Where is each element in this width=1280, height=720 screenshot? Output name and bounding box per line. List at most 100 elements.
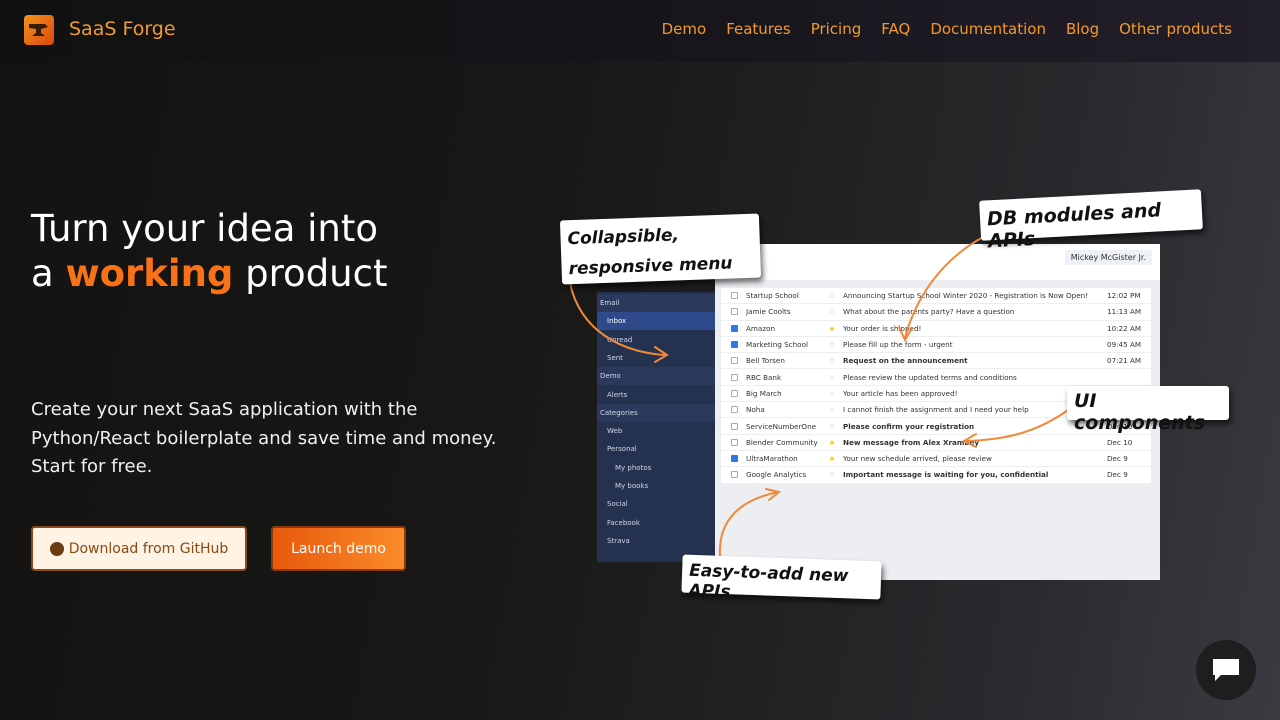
preview-sidebar-item: Sent (607, 353, 623, 362)
star-icon: ☆ (828, 372, 836, 382)
preview-email-row: Marketing School ☆ Please fill up the form… (721, 337, 1151, 354)
nav-links: Demo Features Pricing FAQ Documentation … (662, 20, 1232, 38)
row-date: 12:02 PM (1107, 291, 1141, 301)
preview-sidebar-item: Categories (597, 403, 715, 422)
hero-subtitle: Create your next SaaS application with t… (31, 399, 497, 477)
preview-email-row: UltraMarathon ★ Your new schedule arrived,… (721, 451, 1151, 468)
row-sender: Blender Community (746, 437, 818, 447)
preview-sidebar-item: Facebook (607, 518, 640, 527)
row-checkbox (731, 341, 738, 349)
preview-sidebar-item: Strava (607, 536, 630, 545)
row-subject: Your order is shipped! (843, 323, 922, 333)
row-sender: Big March (746, 388, 782, 398)
row-date: 10:22 AM (1107, 323, 1142, 333)
star-icon: ☆ (828, 388, 836, 398)
callout-ui-components: UI components (1067, 386, 1229, 434)
callout-db-modules: DB modules and APIs (979, 189, 1203, 252)
preview-sidebar: Email Inbox Unread Sent Demo Alerts Categories… (597, 292, 715, 562)
row-sender: UltraMarathon (746, 454, 798, 464)
row-sender: Google Analytics (746, 470, 807, 480)
star-icon: ★ (828, 323, 836, 333)
preview-sidebar-item: Unread (607, 335, 633, 344)
nav-blog[interactable]: Blog (1066, 20, 1099, 38)
row-checkbox (731, 324, 738, 332)
row-subject: Please review the updated terms and cond… (843, 372, 1017, 382)
row-checkbox (731, 389, 738, 397)
row-checkbox (731, 422, 738, 430)
row-sender: Noha (746, 405, 765, 415)
row-sender: Startup School (746, 291, 799, 301)
chat-bubble-icon (1213, 659, 1239, 681)
preview-email-row: Amazon ★ Your order is shipped! 10:22 AM (721, 321, 1151, 337)
row-checkbox (731, 357, 738, 365)
launch-demo-button[interactable]: Launch demo (271, 526, 406, 571)
preview-sidebar-item: My photos (615, 463, 652, 472)
row-subject: Your new schedule arrived, please review (843, 454, 992, 464)
row-date: Dec 10 (1107, 437, 1133, 447)
nav-faq[interactable]: FAQ (881, 20, 910, 38)
callout-menu: Collapsible, responsive menu (559, 213, 762, 285)
preview-email-row: Startup School ☆ Announcing Startup School… (721, 288, 1151, 305)
row-sender: Marketing School (746, 340, 808, 350)
hero-title-suffix: product (233, 252, 388, 295)
row-checkbox (731, 455, 738, 463)
row-checkbox (731, 471, 738, 479)
row-sender: RBC Bank (746, 372, 782, 382)
preview-sidebar-item: Alerts (607, 390, 628, 399)
top-navbar: SaaS Forge Demo Features Pricing FAQ Doc… (0, 0, 1280, 62)
nav-pricing[interactable]: Pricing (811, 20, 862, 38)
nav-other-products[interactable]: Other products (1119, 20, 1232, 38)
row-checkbox (731, 308, 738, 316)
row-date: 07:21 AM (1107, 356, 1142, 366)
nav-documentation[interactable]: Documentation (930, 20, 1046, 38)
star-icon: ☆ (828, 470, 836, 480)
row-checkbox (731, 406, 738, 414)
star-icon: ★ (828, 454, 836, 464)
preview-email-row: RBC Bank ☆ Please review the updated terms… (721, 369, 1151, 386)
download-github-button[interactable]: Download from GitHub (31, 526, 247, 571)
preview-email-row: Blender Community ★ New message from Alex … (721, 435, 1151, 451)
preview-email-row: Google Analytics ☆ Important message is wa… (721, 467, 1151, 484)
star-icon: ☆ (828, 421, 836, 431)
star-icon: ☆ (828, 356, 836, 366)
preview-sidebar-item: Inbox (597, 312, 715, 331)
hero-title-accent: working (65, 252, 234, 295)
launch-demo-label: Launch demo (291, 540, 386, 557)
row-subject: Announcing Startup School Winter 2020 - … (843, 291, 1089, 301)
star-icon: ★ (828, 437, 836, 447)
hero-title-line1: Turn your idea into (31, 207, 379, 250)
preview-topbar: Mickey McGister Jr. (715, 244, 1160, 280)
row-sender: Jamie Coolts (746, 307, 791, 317)
row-checkbox (731, 373, 738, 381)
anvil-logo-icon (24, 15, 54, 45)
preview-sidebar-item: Personal (607, 445, 637, 454)
brand[interactable]: SaaS Forge (24, 15, 176, 45)
row-subject: Please fill up the form - urgent (843, 340, 953, 350)
preview-email-row: Jamie Coolts ☆ What about the parents part… (721, 304, 1151, 321)
preview-email-row: Bell Torsen ☆ Request on the announcement 0… (721, 353, 1151, 370)
row-subject: Request on the announcement (843, 356, 968, 366)
star-icon: ☆ (828, 291, 836, 301)
row-checkbox (731, 292, 738, 300)
nav-features[interactable]: Features (726, 20, 791, 38)
row-sender: Amazon (746, 323, 776, 333)
nav-demo[interactable]: Demo (662, 20, 707, 38)
preview-user-menu: Mickey McGister Jr. (1064, 250, 1152, 265)
preview-sidebar-item: My books (615, 482, 649, 490)
row-subject: Please confirm your registration (843, 421, 975, 431)
row-checkbox (731, 438, 738, 446)
row-date: Dec 9 (1107, 470, 1128, 480)
chat-widget-button[interactable] (1196, 640, 1256, 700)
row-date: Dec 9 (1107, 454, 1128, 464)
row-subject: What about the parents party? Have a que… (843, 307, 1015, 317)
hero-title: Turn your idea into a working product (31, 206, 387, 296)
row-subject: New message from Alex Xrambey (843, 437, 980, 447)
star-icon: ☆ (828, 405, 836, 415)
row-date: 09:45 AM (1107, 340, 1142, 350)
row-subject: Important message is waiting for you, co… (843, 470, 1049, 480)
brand-name: SaaS Forge (69, 17, 176, 40)
download-github-label: Download from GitHub (68, 540, 229, 557)
star-icon: ☆ (828, 307, 836, 317)
callout-new-apis: Easy-to-add new APIs (681, 554, 882, 602)
star-icon: ☆ (828, 340, 836, 350)
